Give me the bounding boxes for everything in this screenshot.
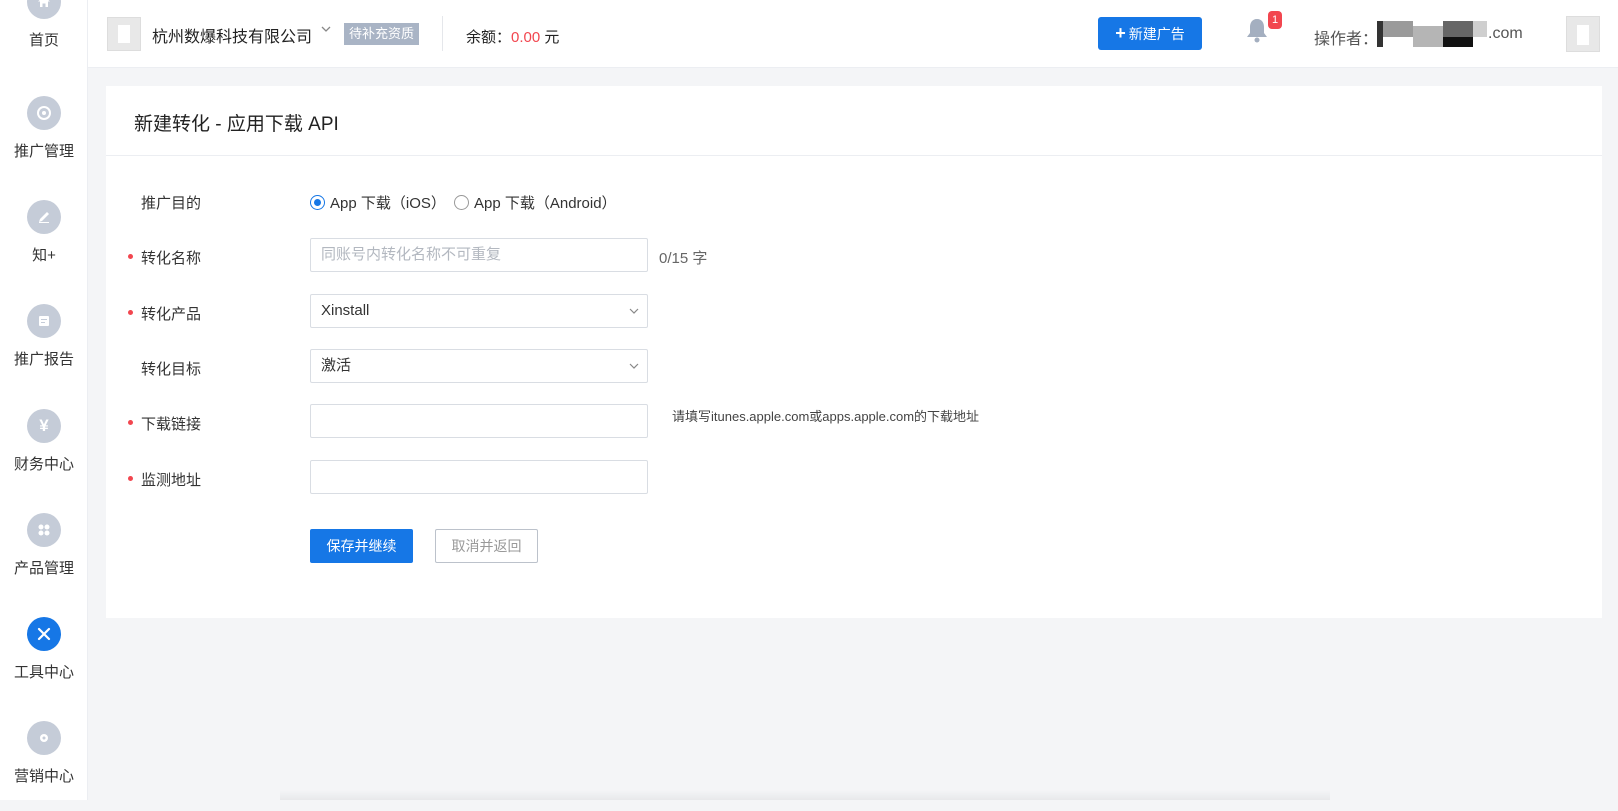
sidebar-item-label: 知+ bbox=[32, 247, 56, 264]
chevron-down-icon[interactable] bbox=[320, 22, 332, 38]
card-divider bbox=[106, 155, 1602, 156]
yen-icon: ¥ bbox=[27, 409, 61, 443]
marketing-icon bbox=[27, 721, 61, 755]
radio-android-label: App 下载（Android） bbox=[474, 195, 617, 212]
radio-android[interactable] bbox=[454, 195, 469, 210]
conversion-form-card: 新建转化 - 应用下载 API 推广目的 App 下载（iOS） App 下载（… bbox=[106, 86, 1602, 618]
pen-icon bbox=[27, 200, 61, 234]
download-link-hint: 请填写itunes.apple.com或apps.apple.com的下载地址 bbox=[672, 409, 980, 424]
radio-ios[interactable] bbox=[310, 195, 325, 210]
balance-label: 余额： bbox=[466, 29, 512, 46]
home-icon bbox=[27, 0, 61, 19]
conversion-name-input[interactable]: 同账号内转化名称不可重复 bbox=[310, 238, 648, 272]
conversion-name-placeholder: 同账号内转化名称不可重复 bbox=[321, 246, 502, 263]
monitor-url-label: 监测地址 bbox=[141, 472, 202, 489]
user-avatar[interactable] bbox=[1566, 16, 1600, 52]
radio-option-ios[interactable]: App 下载（iOS） bbox=[310, 192, 446, 213]
sidebar-item-label: 财务中心 bbox=[13, 456, 74, 473]
chevron-down-icon bbox=[629, 295, 639, 339]
char-count: 0/15 字 bbox=[659, 250, 708, 267]
promotion-icon bbox=[27, 96, 61, 130]
company-avatar bbox=[107, 17, 141, 51]
product-value: Xinstall bbox=[321, 302, 370, 319]
sidebar-item-marketing[interactable]: 营销中心 bbox=[0, 721, 88, 811]
download-link-label: 下载链接 bbox=[141, 416, 202, 433]
sidebar: 首页 推广管理 知+ 推广报告 ¥ 财务中心 产品管理 工具中心 营销中心 bbox=[0, 0, 88, 800]
radio-ios-label: App 下载（iOS） bbox=[330, 195, 446, 212]
balance-amount: 0.00 bbox=[511, 29, 541, 46]
monitor-url-input[interactable] bbox=[310, 460, 648, 494]
qualification-badge[interactable]: 待补充资质 bbox=[344, 23, 420, 45]
report-icon bbox=[27, 304, 61, 338]
required-indicator bbox=[128, 310, 133, 315]
product-select[interactable]: Xinstall bbox=[310, 294, 648, 328]
target-label: 转化目标 bbox=[141, 361, 202, 378]
new-ad-button[interactable]: + 新建广告 bbox=[1098, 17, 1202, 50]
required-indicator bbox=[128, 476, 133, 481]
new-ad-label: 新建广告 bbox=[1128, 25, 1185, 42]
save-continue-button[interactable]: 保存并继续 bbox=[310, 529, 413, 563]
plus-icon: + bbox=[1115, 23, 1126, 43]
top-header: 杭州数爆科技有限公司 待补充资质 余额：0.00 元 + 新建广告 1 操作者：… bbox=[88, 0, 1618, 68]
name-label: 转化名称 bbox=[141, 250, 202, 267]
tools-icon bbox=[27, 617, 61, 651]
operator-label: 操作者： bbox=[1314, 31, 1379, 48]
balance: 余额：0.00 元 bbox=[466, 26, 559, 47]
sidebar-item-zhiplus[interactable]: 知+ bbox=[0, 200, 88, 290]
page-title: 新建转化 - 应用下载 API bbox=[134, 114, 339, 135]
sidebar-item-label: 推广管理 bbox=[13, 143, 74, 160]
sidebar-item-home[interactable]: 首页 bbox=[0, 0, 88, 75]
balance-unit: 元 bbox=[544, 29, 560, 46]
notification-badge: 1 bbox=[1268, 11, 1282, 29]
operator-redacted bbox=[1377, 21, 1487, 47]
sidebar-item-label: 推广报告 bbox=[13, 351, 74, 368]
sidebar-item-label: 首页 bbox=[28, 32, 59, 49]
operator-domain: .com bbox=[1488, 25, 1523, 42]
sidebar-item-label: 产品管理 bbox=[13, 560, 74, 577]
chevron-down-icon bbox=[629, 350, 639, 394]
sidebar-item-label: 工具中心 bbox=[13, 664, 74, 681]
target-select[interactable]: 激活 bbox=[310, 349, 648, 383]
required-indicator bbox=[128, 420, 133, 425]
product-label: 转化产品 bbox=[141, 306, 202, 323]
sidebar-item-product[interactable]: 产品管理 bbox=[0, 513, 88, 603]
sidebar-item-finance[interactable]: ¥ 财务中心 bbox=[0, 409, 88, 499]
sidebar-item-promotion[interactable]: 推广管理 bbox=[0, 96, 88, 186]
purpose-label: 推广目的 bbox=[141, 195, 202, 212]
cancel-return-button[interactable]: 取消并返回 bbox=[435, 529, 538, 563]
company-name[interactable]: 杭州数爆科技有限公司 bbox=[152, 23, 312, 47]
required-indicator bbox=[128, 254, 133, 259]
header-divider bbox=[442, 16, 443, 51]
sidebar-item-label: 营销中心 bbox=[13, 768, 74, 785]
sidebar-item-report[interactable]: 推广报告 bbox=[0, 304, 88, 394]
grid-icon bbox=[27, 513, 61, 547]
target-value: 激活 bbox=[321, 357, 352, 374]
sidebar-item-tools[interactable]: 工具中心 bbox=[0, 617, 88, 707]
radio-option-android[interactable]: App 下载（Android） bbox=[454, 192, 617, 213]
download-link-input[interactable] bbox=[310, 404, 648, 438]
bottom-shadow bbox=[280, 790, 1330, 800]
